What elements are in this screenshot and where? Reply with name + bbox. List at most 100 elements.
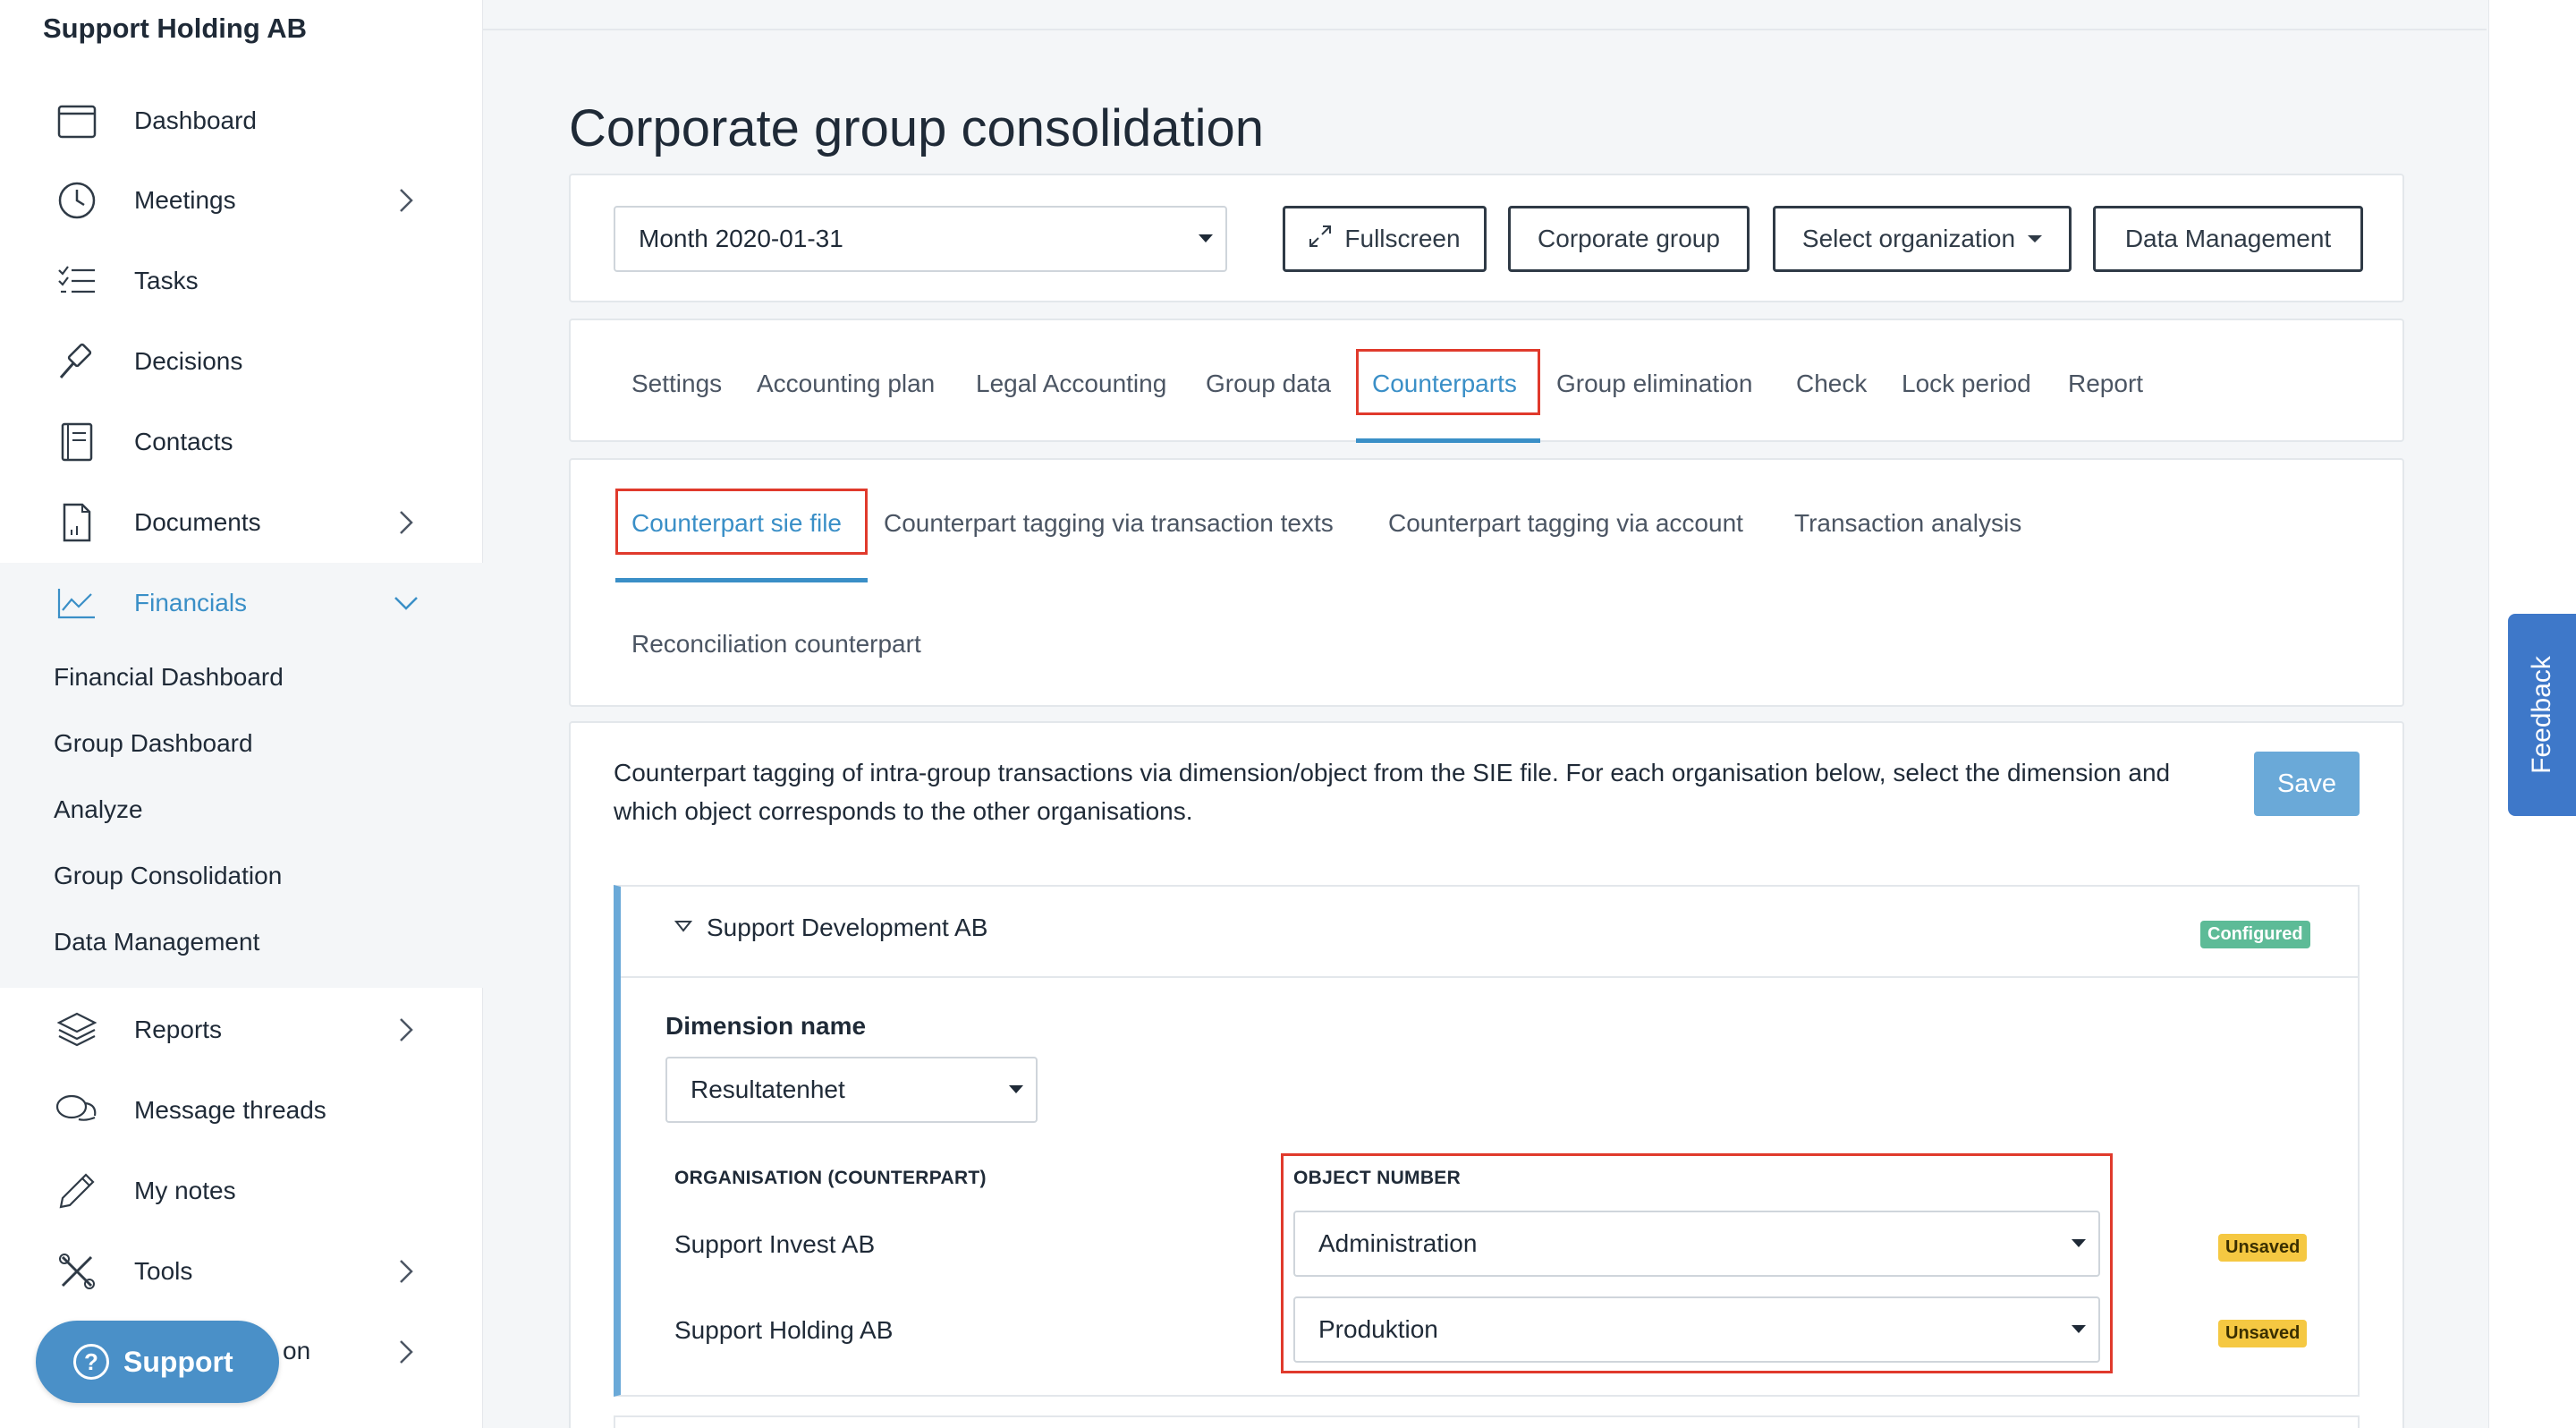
nav-message-threads[interactable]: Message threads: [0, 1070, 483, 1151]
feedback-label: Feedback: [2527, 656, 2556, 774]
clock-icon: [55, 179, 98, 222]
panel-org-name: Support Development AB: [707, 914, 988, 941]
nav-reports[interactable]: Reports: [0, 990, 483, 1070]
pencil-icon: [55, 1169, 98, 1212]
expand-icon: [1309, 225, 1332, 254]
nav-reports-label: Reports: [134, 1016, 223, 1043]
feedback-tab[interactable]: Feedback: [2508, 614, 2576, 816]
subtab-reconciliation-counterpart[interactable]: Reconciliation counterpart: [631, 630, 921, 659]
dimension-name-label: Dimension name: [665, 1012, 867, 1040]
support-button[interactable]: ? Support: [36, 1321, 279, 1403]
panel-header[interactable]: Support Development AB: [674, 914, 987, 942]
status-badge-unsaved: Unsaved: [2218, 1320, 2308, 1347]
save-button[interactable]: Save: [2254, 752, 2360, 816]
status-badge-unsaved: Unsaved: [2218, 1234, 2308, 1262]
sub-group-consolidation[interactable]: Group Consolidation: [54, 862, 282, 890]
tab-legal-accounting[interactable]: Legal Accounting: [976, 370, 1166, 398]
toolbar-card: Month 2020-01-31 Fullscreen Corporate gr…: [569, 174, 2404, 302]
calendar-icon: [55, 99, 98, 142]
row-org-label: Support Holding AB: [674, 1316, 894, 1344]
corporate-group-button[interactable]: Corporate group: [1508, 206, 1750, 272]
caret-down-icon: [1009, 1085, 1023, 1093]
highlight-box: [615, 489, 868, 555]
contacts-book-icon: [55, 421, 98, 463]
nav-my-notes-label: My notes: [134, 1177, 236, 1204]
nav-tools[interactable]: Tools: [0, 1231, 483, 1312]
column-header-organisation: ORGANISATION (COUNTERPART): [674, 1168, 987, 1188]
data-management-button[interactable]: Data Management: [2093, 206, 2363, 272]
subtab-tagging-transaction-texts[interactable]: Counterpart tagging via transaction text…: [884, 509, 1334, 538]
corporate-group-label: Corporate group: [1538, 225, 1720, 252]
active-tab-indicator: [1356, 438, 1540, 443]
sub-analyze[interactable]: Analyze: [54, 795, 143, 824]
nav-decisions[interactable]: Decisions: [0, 321, 483, 402]
sub-financial-dashboard[interactable]: Financial Dashboard: [54, 663, 284, 692]
document-icon: [55, 501, 98, 544]
tools-icon: [55, 1250, 98, 1293]
nav-decisions-label: Decisions: [134, 347, 243, 375]
tab-settings[interactable]: Settings: [631, 370, 722, 398]
tab-lock-period[interactable]: Lock period: [1902, 370, 2031, 398]
nav-meetings[interactable]: Meetings: [0, 160, 483, 241]
tab-check[interactable]: Check: [1796, 370, 1867, 398]
nav-tasks[interactable]: Tasks: [0, 241, 483, 321]
nav-meetings-label: Meetings: [134, 186, 236, 214]
select-organization-label: Select organization: [1801, 225, 2016, 252]
active-subtab-indicator: [615, 578, 868, 582]
chevron-right-icon[interactable]: [392, 1338, 420, 1366]
nav-contacts-label: Contacts: [134, 428, 233, 455]
nav-financials[interactable]: Financials: [0, 563, 483, 643]
sub-data-management[interactable]: Data Management: [54, 928, 259, 956]
subtabs-card: Counterpart sie file Counterpart tagging…: [569, 458, 2404, 707]
chevron-right-icon[interactable]: [392, 1016, 420, 1044]
nav-financials-label: Financials: [134, 589, 248, 616]
nav-documents[interactable]: Documents: [0, 482, 483, 563]
nav-documents-label: Documents: [134, 508, 261, 536]
sidebar: Support Holding AB Dashboard Meetings Ta…: [0, 0, 483, 1428]
support-label: Support: [123, 1345, 233, 1378]
tab-group-data[interactable]: Group data: [1206, 370, 1331, 398]
line-chart-icon: [55, 582, 98, 625]
tabs-card: Settings Accounting plan Legal Accountin…: [569, 319, 2404, 443]
data-management-label: Data Management: [2124, 225, 2332, 252]
subtab-transaction-analysis[interactable]: Transaction analysis: [1794, 509, 2021, 538]
chat-bubbles-icon: [55, 1089, 98, 1132]
financials-group: Financials Financial Dashboard Group Das…: [0, 563, 483, 988]
nav-contacts[interactable]: Contacts: [0, 402, 483, 482]
organization-name: Support Holding AB: [43, 13, 308, 44]
select-organization-dropdown[interactable]: Select organization: [1773, 206, 2072, 272]
fullscreen-button[interactable]: Fullscreen: [1283, 206, 1487, 272]
layers-icon: [55, 1008, 98, 1051]
status-badge-configured: Configured: [2200, 921, 2310, 948]
subtab-tagging-account[interactable]: Counterpart tagging via account: [1388, 509, 1743, 538]
chevron-right-icon[interactable]: [392, 186, 420, 215]
gavel-icon: [55, 340, 98, 383]
chevron-down-icon[interactable]: [392, 589, 420, 617]
period-select[interactable]: Month 2020-01-31: [614, 206, 1227, 272]
checklist-icon: [55, 259, 98, 302]
next-panel-edge: [614, 1415, 2360, 1428]
nav-tasks-label: Tasks: [134, 267, 199, 294]
nav-my-notes[interactable]: My notes: [0, 1151, 483, 1231]
dimension-select[interactable]: Resultatenhet: [665, 1057, 1038, 1123]
nav-message-threads-label: Message threads: [134, 1096, 326, 1124]
tab-accounting-plan[interactable]: Accounting plan: [757, 370, 935, 398]
panel-divider: [621, 976, 2358, 978]
tab-report[interactable]: Report: [2068, 370, 2143, 398]
page-title: Corporate group consolidation: [569, 99, 1265, 157]
caret-down-icon: [2028, 235, 2043, 242]
organization-panel: Support Development AB Configured Dimens…: [614, 885, 2360, 1397]
dimension-select-value: Resultatenhet: [691, 1075, 845, 1103]
highlight-box: [1356, 349, 1540, 415]
highlight-box: [1281, 1153, 2113, 1373]
period-select-value: Month 2020-01-31: [639, 225, 843, 252]
sub-group-dashboard[interactable]: Group Dashboard: [54, 729, 253, 758]
chevron-right-icon[interactable]: [392, 1257, 420, 1286]
description-text: Counterpart tagging of intra-group trans…: [614, 759, 2171, 825]
question-icon: ?: [73, 1344, 109, 1380]
nav-dashboard-label: Dashboard: [134, 106, 257, 134]
nav-dashboard[interactable]: Dashboard: [0, 81, 483, 161]
tab-group-elimination[interactable]: Group elimination: [1556, 370, 1752, 398]
collapse-triangle-icon: [674, 919, 693, 938]
chevron-right-icon[interactable]: [392, 508, 420, 537]
